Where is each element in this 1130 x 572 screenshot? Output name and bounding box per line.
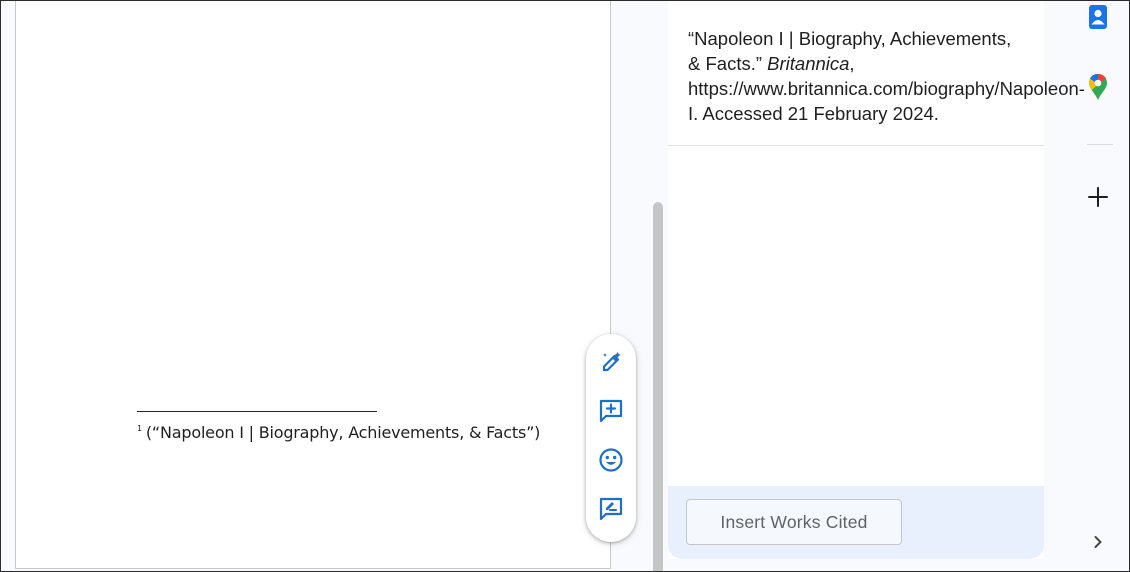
add-comment-button[interactable] [593,396,629,432]
floating-action-toolbar [586,334,636,542]
app-window: 1 (“Napoleon I | Biography, Achievements,… [0,0,1130,572]
contacts-icon [1086,4,1110,35]
insert-works-cited-button[interactable]: Insert Works Cited [686,499,902,545]
get-add-ons-button[interactable] [1083,184,1113,214]
emoji-icon [597,446,625,479]
footnote[interactable]: 1 (“Napoleon I | Biography, Achievements,… [137,423,540,442]
document-page[interactable]: 1 (“Napoleon I | Biography, Achievements,… [15,1,611,569]
scrollbar-thumb[interactable] [653,202,663,571]
citations-panel: “Napoleon I | Biography, Achievements, &… [668,1,1085,559]
rail-divider [1087,144,1113,145]
show-side-panel-button[interactable] [1083,529,1113,559]
pen-sparkle-icon [597,348,625,381]
citation-card[interactable]: “Napoleon I | Biography, Achievements, &… [668,1,1085,146]
chevron-right-icon [1090,534,1106,555]
footnote-number: 1 [137,424,142,433]
add-emoji-reaction-button[interactable] [593,445,629,481]
citation-site-name: Britannica [767,53,850,74]
help-me-write-button[interactable] [593,347,629,383]
maps-icon [1087,73,1109,106]
suggest-edits-button[interactable] [593,494,629,530]
add-icon [1087,186,1109,213]
side-apps-rail [1069,1,1129,571]
footnote-text: (“Napoleon I | Biography, Achievements, … [145,423,541,442]
panel-footer: Insert Works Cited [668,486,1044,559]
footnote-separator [137,411,377,412]
citation-entry: “Napoleon I | Biography, Achievements, &… [688,26,1085,126]
add-comment-icon [597,397,625,430]
suggest-edits-icon [597,495,625,528]
contacts-button[interactable] [1083,4,1113,34]
maps-button[interactable] [1083,73,1113,106]
